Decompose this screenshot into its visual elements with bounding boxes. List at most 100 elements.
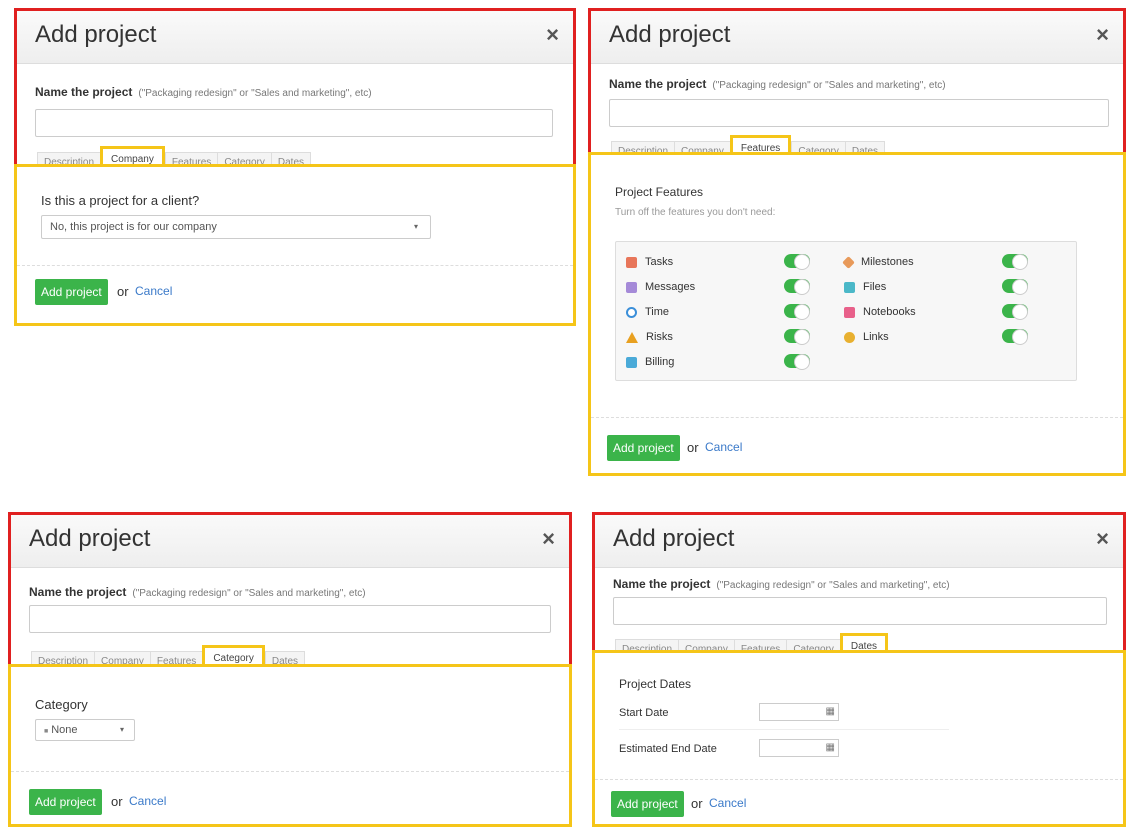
- name-label: Name the project: [613, 577, 711, 591]
- calendar-icon[interactable]: ▦: [826, 706, 835, 717]
- name-label-row: Name the project ("Packaging redesign" or…: [35, 85, 372, 99]
- project-name-input[interactable]: [609, 99, 1109, 127]
- dates-content: Project Dates Start Date ▦ Estimated End…: [592, 650, 1126, 827]
- risks-icon: [626, 331, 638, 343]
- client-question: Is this a project for a client?: [41, 193, 200, 208]
- close-icon[interactable]: ×: [1096, 24, 1109, 46]
- dialog-header: Add project ×: [595, 515, 1123, 568]
- project-name-input[interactable]: [29, 605, 551, 633]
- feature-files: Files: [844, 281, 886, 293]
- name-label-row: Name the project ("Packaging redesign" or…: [609, 77, 946, 91]
- cancel-link[interactable]: Cancel: [129, 794, 166, 808]
- notebooks-icon: [844, 306, 855, 318]
- milestones-icon: [842, 255, 855, 269]
- cancel-link[interactable]: Cancel: [135, 284, 172, 298]
- add-project-button[interactable]: Add project: [29, 789, 102, 815]
- add-project-button[interactable]: Add project: [35, 279, 108, 305]
- client-select[interactable]: No, this project is for our company ▾: [41, 215, 431, 239]
- feature-label: Tasks: [645, 256, 674, 268]
- notebooks-toggle[interactable]: [1002, 304, 1028, 320]
- feature-label: Messages: [645, 281, 696, 293]
- category-select[interactable]: ■ None ▾: [35, 719, 135, 741]
- name-label-row: Name the project ("Packaging redesign" or…: [613, 577, 950, 591]
- features-list: Tasks Milestones Messages Files Time Not…: [615, 241, 1077, 381]
- time-icon: [626, 306, 637, 318]
- feature-messages: Messages: [626, 281, 695, 293]
- cancel-link[interactable]: Cancel: [705, 440, 742, 454]
- features-content: Project Features Turn off the features y…: [588, 152, 1126, 476]
- add-project-button[interactable]: Add project: [611, 791, 684, 817]
- tasks-icon: [626, 256, 637, 268]
- feature-billing: Billing: [626, 356, 674, 368]
- name-label-row: Name the project ("Packaging redesign" or…: [29, 585, 366, 599]
- panel-dates: Add project × Name the project ("Packagin…: [592, 512, 1126, 827]
- feature-label: Notebooks: [863, 306, 916, 318]
- close-icon[interactable]: ×: [542, 528, 555, 550]
- end-date-label: Estimated End Date: [619, 743, 717, 755]
- dialog-title: Add project: [35, 21, 157, 48]
- tasks-toggle[interactable]: [784, 254, 810, 270]
- feature-label: Links: [863, 331, 889, 343]
- category-select-value: None: [51, 724, 78, 736]
- name-hint: ("Packaging redesign" or "Sales and mark…: [712, 80, 946, 91]
- feature-label: Milestones: [861, 256, 914, 268]
- panel-features: Add project × Name the project ("Packagin…: [588, 8, 1126, 476]
- date-divider: [619, 729, 949, 730]
- dialog-title: Add project: [613, 525, 735, 552]
- footer-divider: [11, 771, 569, 772]
- company-content: Is this a project for a client? No, this…: [14, 164, 576, 326]
- add-project-button[interactable]: Add project: [607, 435, 680, 461]
- name-hint: ("Packaging redesign" or "Sales and mark…: [138, 88, 372, 99]
- or-text: or: [117, 284, 129, 299]
- close-icon[interactable]: ×: [546, 24, 559, 46]
- chevron-down-icon: ▾: [413, 222, 418, 231]
- start-date-input[interactable]: ▦: [759, 703, 839, 721]
- messages-toggle[interactable]: [784, 279, 810, 295]
- billing-icon: [626, 356, 637, 368]
- project-name-input[interactable]: [613, 597, 1107, 625]
- feature-label: Billing: [645, 356, 675, 368]
- feature-label: Time: [645, 306, 670, 318]
- chevron-down-icon: ▾: [119, 725, 124, 734]
- links-icon: [844, 331, 855, 343]
- or-text: or: [111, 794, 123, 809]
- dialog-header: Add project ×: [11, 515, 569, 568]
- client-select-value: No, this project is for our company: [50, 221, 217, 233]
- footer-divider: [595, 779, 1123, 780]
- footer-divider: [591, 417, 1123, 418]
- project-name-input[interactable]: [35, 109, 553, 137]
- feature-tasks: Tasks: [626, 256, 673, 268]
- messages-icon: [626, 281, 637, 293]
- close-icon[interactable]: ×: [1096, 528, 1109, 550]
- feature-milestones: Milestones: [842, 255, 914, 269]
- features-subtitle: Turn off the features you don't need:: [615, 207, 776, 218]
- feature-notebooks: Notebooks: [844, 306, 916, 318]
- time-toggle[interactable]: [784, 304, 810, 320]
- files-icon: [844, 281, 855, 293]
- billing-toggle[interactable]: [784, 354, 810, 370]
- start-date-label: Start Date: [619, 707, 669, 719]
- risks-toggle[interactable]: [784, 329, 810, 345]
- dialog-header: Add project ×: [17, 11, 573, 64]
- dialog-title: Add project: [29, 525, 151, 552]
- cancel-link[interactable]: Cancel: [709, 796, 746, 810]
- milestones-toggle[interactable]: [1002, 254, 1028, 270]
- name-hint: ("Packaging redesign" or "Sales and mark…: [716, 580, 950, 591]
- name-hint: ("Packaging redesign" or "Sales and mark…: [132, 588, 366, 599]
- end-date-input[interactable]: ▦: [759, 739, 839, 757]
- feature-time: Time: [626, 306, 669, 318]
- feature-label: Risks: [646, 331, 673, 343]
- footer-divider: [17, 265, 573, 266]
- dates-title: Project Dates: [619, 677, 692, 691]
- links-toggle[interactable]: [1002, 329, 1028, 345]
- or-text: or: [687, 440, 699, 455]
- feature-label: Files: [863, 281, 887, 293]
- panel-category: Add project × Name the project ("Packagin…: [8, 512, 572, 827]
- name-label: Name the project: [609, 77, 707, 91]
- calendar-icon[interactable]: ▦: [826, 742, 835, 753]
- dialog-header: Add project ×: [591, 11, 1123, 64]
- name-label: Name the project: [29, 585, 127, 599]
- name-label: Name the project: [35, 85, 133, 99]
- files-toggle[interactable]: [1002, 279, 1028, 295]
- feature-risks: Risks: [626, 331, 673, 343]
